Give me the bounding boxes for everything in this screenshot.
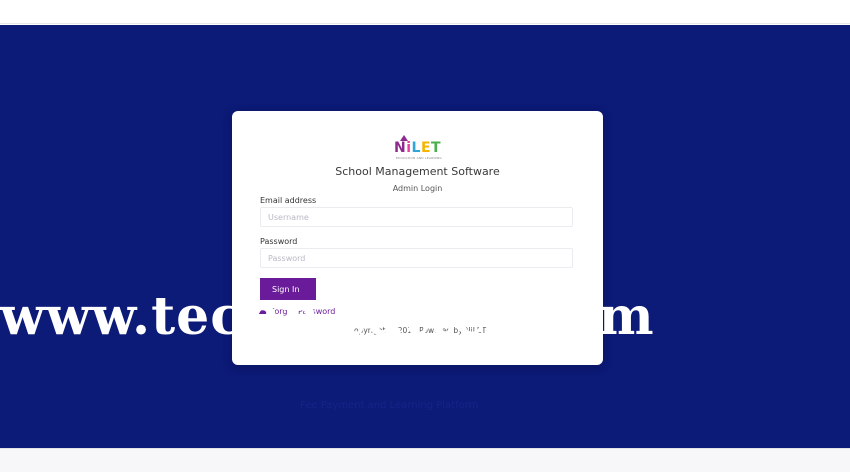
password-label: Password [260,237,298,246]
top-bar [0,0,850,24]
logo-letter: T [431,140,442,156]
app-title: School Management Software [335,165,500,178]
logo-tagline: EDUCATION AND LEARNING [396,156,442,160]
username-input[interactable] [260,207,573,227]
nilet-logo: NiLET EDUCATION AND LEARNING [394,135,442,160]
watermark-text: www.techn tutter.com [0,286,655,347]
logo-letter: L [411,140,421,156]
password-input[interactable] [260,248,573,268]
login-subtitle: Admin Login [392,184,443,193]
footer-text: Fee Payment and Learning Platform [300,400,479,411]
logo-wordmark: NiLET [394,141,441,155]
login-background: NiLET EDUCATION AND LEARNING School Mana… [0,25,850,448]
logo-letter: N [394,140,407,156]
logo-letter: E [420,140,432,156]
email-label: Email address [260,196,317,205]
bottom-bar [0,448,850,472]
